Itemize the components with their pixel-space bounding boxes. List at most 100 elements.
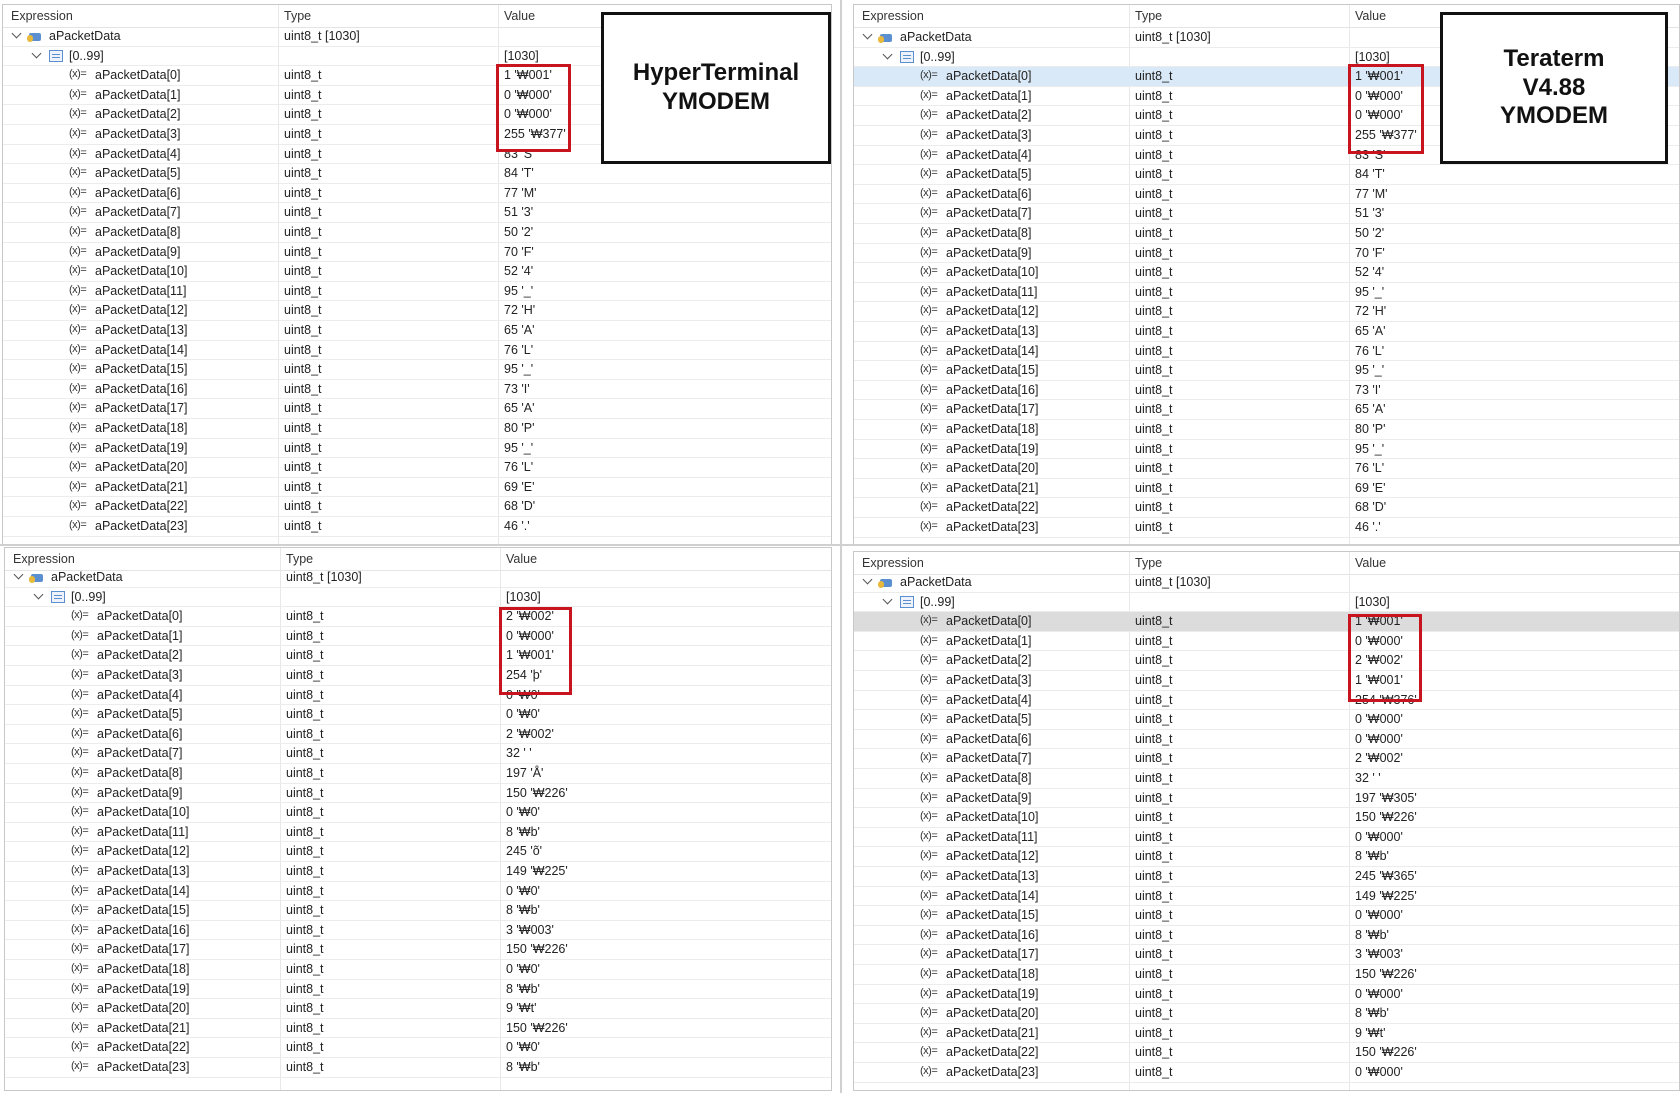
table-row[interactable]: (x)= aPacketData[23] uint8_t 0 '₩000' — [854, 1063, 1679, 1083]
table-row[interactable]: (x)= aPacketData[19] uint8_t 95 '_' — [854, 440, 1679, 460]
table-row[interactable]: (x)= aPacketData[9] uint8_t 70 'F' — [854, 244, 1679, 264]
value-column-header[interactable]: Value — [1355, 9, 1386, 23]
tree-row-range[interactable]: [0..99] [1030] — [5, 588, 831, 608]
table-row[interactable]: (x)= aPacketData[8] uint8_t 50 '2' — [3, 223, 831, 243]
type-column-header[interactable]: Type — [286, 552, 313, 566]
table-row[interactable]: (x)= aPacketData[5] uint8_t 84 'T' — [3, 164, 831, 184]
table-row[interactable]: (x)= aPacketData[18] uint8_t 80 'P' — [854, 420, 1679, 440]
tree-row-range[interactable]: [0..99] [1030] — [854, 593, 1679, 613]
table-row[interactable]: (x)= aPacketData[17] uint8_t 3 '₩003' — [854, 945, 1679, 965]
value-column-header[interactable]: Value — [504, 9, 535, 23]
expression-column-header[interactable]: Expression — [11, 9, 73, 23]
tree-row-root[interactable]: aPacketData uint8_t [1030] — [5, 568, 831, 588]
table-row[interactable]: (x)= aPacketData[6] uint8_t 0 '₩000' — [854, 730, 1679, 750]
table-row[interactable]: (x)= aPacketData[11] uint8_t 95 '_' — [3, 282, 831, 302]
table-row[interactable]: (x)= aPacketData[20] uint8_t 9 '₩t' — [5, 999, 831, 1019]
table-row[interactable]: (x)= aPacketData[21] uint8_t 69 'E' — [854, 479, 1679, 499]
table-row[interactable]: (x)= aPacketData[5] uint8_t 0 '₩000' — [854, 710, 1679, 730]
table-row[interactable]: (x)= aPacketData[13] uint8_t 65 'A' — [3, 321, 831, 341]
table-row[interactable]: (x)= aPacketData[3] uint8_t 1 '₩001' — [854, 671, 1679, 691]
type-column-header[interactable]: Type — [284, 9, 311, 23]
table-row[interactable]: (x)= aPacketData[22] uint8_t 68 'D' — [3, 497, 831, 517]
table-row[interactable]: (x)= aPacketData[6] uint8_t 77 'M' — [854, 185, 1679, 205]
table-row[interactable]: (x)= aPacketData[4] uint8_t 254 '₩376' — [854, 691, 1679, 711]
value-column-header[interactable]: Value — [506, 552, 537, 566]
table-row[interactable]: (x)= aPacketData[7] uint8_t 51 '3' — [3, 203, 831, 223]
table-row[interactable]: (x)= aPacketData[14] uint8_t 76 'L' — [854, 342, 1679, 362]
table-row[interactable]: (x)= aPacketData[15] uint8_t 95 '_' — [3, 360, 831, 380]
table-row[interactable]: (x)= aPacketData[11] uint8_t 95 '_' — [854, 283, 1679, 303]
table-row[interactable]: (x)= aPacketData[14] uint8_t 149 '₩225' — [854, 887, 1679, 907]
table-row[interactable]: (x)= aPacketData[0] uint8_t 2 '₩002' — [5, 607, 831, 627]
table-row[interactable]: (x)= aPacketData[16] uint8_t 73 'I' — [3, 380, 831, 400]
table-row[interactable]: (x)= aPacketData[5] uint8_t 0 '₩0' — [5, 705, 831, 725]
type-column-header[interactable]: Type — [1135, 9, 1162, 23]
table-row[interactable]: (x)= aPacketData[1] uint8_t 0 '₩000' — [854, 632, 1679, 652]
chevron-down-icon[interactable] — [13, 570, 25, 582]
chevron-down-icon[interactable] — [31, 49, 43, 61]
table-row[interactable]: (x)= aPacketData[10] uint8_t 52 '4' — [3, 262, 831, 282]
table-row[interactable]: (x)= aPacketData[19] uint8_t 95 '_' — [3, 439, 831, 459]
table-row[interactable]: (x)= aPacketData[9] uint8_t 70 'F' — [3, 243, 831, 263]
table-row[interactable]: (x)= aPacketData[7] uint8_t 51 '3' — [854, 204, 1679, 224]
table-row[interactable]: (x)= aPacketData[21] uint8_t 69 'E' — [3, 478, 831, 498]
table-row[interactable]: (x)= aPacketData[9] uint8_t 197 '₩305' — [854, 789, 1679, 809]
table-row[interactable]: (x)= aPacketData[12] uint8_t 245 'õ' — [5, 842, 831, 862]
value-column-header[interactable]: Value — [1355, 556, 1386, 570]
table-row[interactable]: (x)= aPacketData[13] uint8_t 149 '₩225' — [5, 862, 831, 882]
table-row[interactable]: (x)= aPacketData[10] uint8_t 150 '₩226' — [854, 808, 1679, 828]
expression-column-header[interactable]: Expression — [862, 556, 924, 570]
table-row[interactable]: (x)= aPacketData[1] uint8_t 0 '₩000' — [5, 627, 831, 647]
table-row[interactable]: (x)= aPacketData[13] uint8_t 65 'A' — [854, 322, 1679, 342]
table-row[interactable]: (x)= aPacketData[2] uint8_t 1 '₩001' — [5, 646, 831, 666]
table-row[interactable]: (x)= aPacketData[18] uint8_t 80 'P' — [3, 419, 831, 439]
chevron-down-icon[interactable] — [11, 29, 23, 41]
table-row[interactable]: (x)= aPacketData[9] uint8_t 150 '₩226' — [5, 784, 831, 804]
table-row[interactable]: (x)= aPacketData[15] uint8_t 95 '_' — [854, 361, 1679, 381]
table-row[interactable]: (x)= aPacketData[14] uint8_t 76 'L' — [3, 341, 831, 361]
table-row[interactable]: (x)= aPacketData[22] uint8_t 150 '₩226' — [854, 1043, 1679, 1063]
table-row[interactable]: (x)= aPacketData[6] uint8_t 77 'M' — [3, 184, 831, 204]
table-row[interactable]: (x)= aPacketData[8] uint8_t 32 ' ' — [854, 769, 1679, 789]
table-row[interactable]: (x)= aPacketData[7] uint8_t 32 ' ' — [5, 744, 831, 764]
table-row[interactable]: (x)= aPacketData[16] uint8_t 73 'I' — [854, 381, 1679, 401]
table-row[interactable]: (x)= aPacketData[20] uint8_t 8 '₩b' — [854, 1004, 1679, 1024]
table-row[interactable]: (x)= aPacketData[11] uint8_t 8 '₩b' — [5, 823, 831, 843]
chevron-down-icon[interactable] — [862, 30, 874, 42]
table-row[interactable]: (x)= aPacketData[0] uint8_t 1 '₩001' — [854, 612, 1679, 632]
table-row[interactable]: (x)= aPacketData[12] uint8_t 8 '₩b' — [854, 847, 1679, 867]
table-row[interactable]: (x)= aPacketData[23] uint8_t 46 '.' — [854, 518, 1679, 538]
expression-column-header[interactable]: Expression — [13, 552, 75, 566]
table-row[interactable]: (x)= aPacketData[20] uint8_t 76 'L' — [3, 458, 831, 478]
table-row[interactable]: (x)= aPacketData[18] uint8_t 0 '₩0' — [5, 960, 831, 980]
table-row[interactable]: (x)= aPacketData[17] uint8_t 65 'A' — [854, 400, 1679, 420]
table-row[interactable]: (x)= aPacketData[3] uint8_t 254 'þ' — [5, 666, 831, 686]
table-row[interactable]: (x)= aPacketData[13] uint8_t 245 '₩365' — [854, 867, 1679, 887]
type-column-header[interactable]: Type — [1135, 556, 1162, 570]
vertical-divider[interactable] — [840, 0, 842, 1093]
table-row[interactable]: (x)= aPacketData[21] uint8_t 9 '₩t' — [854, 1024, 1679, 1044]
table-row[interactable]: (x)= aPacketData[15] uint8_t 8 '₩b' — [5, 901, 831, 921]
table-row[interactable]: (x)= aPacketData[17] uint8_t 65 'A' — [3, 399, 831, 419]
table-row[interactable]: (x)= aPacketData[15] uint8_t 0 '₩000' — [854, 906, 1679, 926]
expression-column-header[interactable]: Expression — [862, 9, 924, 23]
table-row[interactable]: (x)= aPacketData[17] uint8_t 150 '₩226' — [5, 940, 831, 960]
table-row[interactable]: (x)= aPacketData[16] uint8_t 8 '₩b' — [854, 926, 1679, 946]
table-row[interactable]: (x)= aPacketData[19] uint8_t 8 '₩b' — [5, 980, 831, 1000]
table-row[interactable]: (x)= aPacketData[10] uint8_t 52 '4' — [854, 263, 1679, 283]
table-row[interactable]: (x)= aPacketData[19] uint8_t 0 '₩000' — [854, 985, 1679, 1005]
table-row[interactable]: (x)= aPacketData[6] uint8_t 2 '₩002' — [5, 725, 831, 745]
table-row[interactable]: (x)= aPacketData[16] uint8_t 3 '₩003' — [5, 921, 831, 941]
table-row[interactable]: (x)= aPacketData[8] uint8_t 197 'Å' — [5, 764, 831, 784]
table-row[interactable]: (x)= aPacketData[12] uint8_t 72 'H' — [3, 301, 831, 321]
table-row[interactable]: (x)= aPacketData[4] uint8_t 0 '₩0' — [5, 686, 831, 706]
chevron-down-icon[interactable] — [882, 595, 894, 607]
table-row[interactable]: (x)= aPacketData[21] uint8_t 150 '₩226' — [5, 1019, 831, 1039]
chevron-down-icon[interactable] — [862, 575, 874, 587]
table-row[interactable]: (x)= aPacketData[23] uint8_t 8 '₩b' — [5, 1058, 831, 1078]
table-row[interactable]: (x)= aPacketData[18] uint8_t 150 '₩226' — [854, 965, 1679, 985]
chevron-down-icon[interactable] — [882, 50, 894, 62]
table-row[interactable]: (x)= aPacketData[5] uint8_t 84 'T' — [854, 165, 1679, 185]
table-row[interactable]: (x)= aPacketData[2] uint8_t 2 '₩002' — [854, 651, 1679, 671]
chevron-down-icon[interactable] — [33, 590, 45, 602]
